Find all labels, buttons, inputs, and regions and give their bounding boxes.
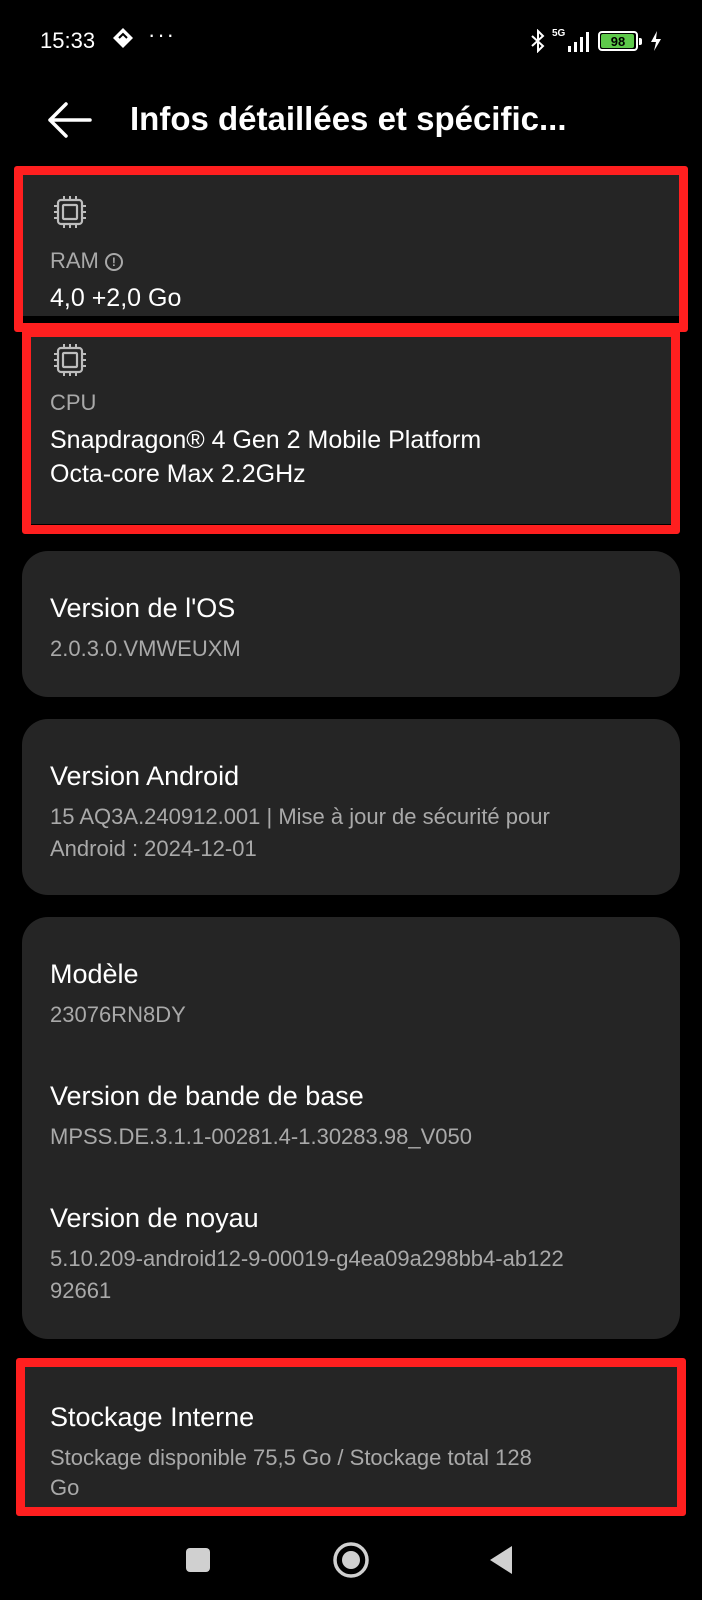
battery-cap — [639, 38, 642, 45]
network-type-label: 5G — [552, 28, 566, 39]
baseband-value: MPSS.DE.3.1.1-00281.4-1.30283.98_V050 — [50, 1124, 472, 1149]
os-version-card[interactable]: Version de l'OS 2.0.3.0.VMWEUXM — [22, 551, 680, 697]
more-notifications-icon: ··· — [148, 22, 176, 47]
page-title: Infos détaillées et spécific... — [130, 100, 567, 137]
battery-icon: 98 — [598, 31, 642, 51]
storage-title: Stockage Interne — [50, 1402, 255, 1432]
signal-group: 5G — [552, 29, 592, 53]
model-value: 23076RN8DY — [50, 1002, 186, 1027]
bluetooth-icon — [531, 29, 545, 53]
baseband-title: Version de bande de base — [50, 1081, 364, 1111]
charging-icon — [651, 31, 661, 51]
android-version-value-line1: 15 AQ3A.240912.001 | Mise à jour de sécu… — [50, 804, 550, 829]
cpu-card[interactable]: CPU Snapdragon® 4 Gen 2 Mobile Platform … — [22, 334, 680, 524]
ram-card[interactable]: RAM! 4,0 +2,0 Go — [22, 172, 680, 316]
notification-app-icon — [113, 28, 133, 48]
app-header: Infos détaillées et spécific... — [0, 84, 702, 164]
signal-strength-icon — [568, 32, 589, 52]
navigation-bar — [0, 1520, 702, 1600]
storage-value-line2: Go — [50, 1475, 80, 1500]
storage-value-line1: Stockage disponible 75,5 Go / Stockage t… — [50, 1445, 532, 1470]
cpu-chip-icon — [54, 344, 86, 376]
storage-card[interactable]: Stockage Interne Stockage disponible 75,… — [22, 1366, 680, 1508]
ram-label-text: RAM — [50, 248, 99, 273]
android-version-value-line2: Android : 2024-12-01 — [50, 836, 257, 861]
back-triangle-icon[interactable] — [476, 1534, 528, 1586]
device-details-card: Modèle 23076RN8DY Version de bande de ba… — [22, 917, 680, 1339]
back-arrow-icon[interactable] — [42, 98, 98, 142]
ram-label: RAM! — [50, 248, 123, 274]
cpu-value-line2: Octa-core Max 2.2GHz — [50, 460, 306, 488]
os-version-title: Version de l'OS — [50, 593, 236, 623]
model-title: Modèle — [50, 959, 139, 989]
status-time: 15:33 — [40, 28, 96, 53]
kernel-value-line2: 92661 — [50, 1278, 112, 1303]
battery-level-text: 98 — [610, 33, 626, 49]
android-version-card[interactable]: Version Android 15 AQ3A.240912.001 | Mis… — [22, 719, 680, 895]
status-right-group: 5G 98 — [530, 28, 662, 54]
recents-square-icon[interactable] — [172, 1534, 224, 1586]
cpu-label: CPU — [50, 390, 97, 415]
kernel-value-line1: 5.10.209-android12-9-00019-g4ea09a298bb4… — [50, 1246, 564, 1271]
ram-chip-icon — [54, 196, 86, 228]
cpu-value-line1: Snapdragon® 4 Gen 2 Mobile Platform — [50, 426, 482, 454]
info-icon[interactable]: ! — [104, 253, 123, 271]
home-circle-icon[interactable] — [325, 1534, 377, 1586]
ram-value: 4,0 +2,0 Go — [50, 284, 182, 312]
android-version-title: Version Android — [50, 761, 240, 791]
status-bar: 15:33 ··· 5G 98 — [0, 0, 702, 84]
kernel-title: Version de noyau — [50, 1203, 259, 1233]
os-version-value: 2.0.3.0.VMWEUXM — [50, 636, 241, 661]
